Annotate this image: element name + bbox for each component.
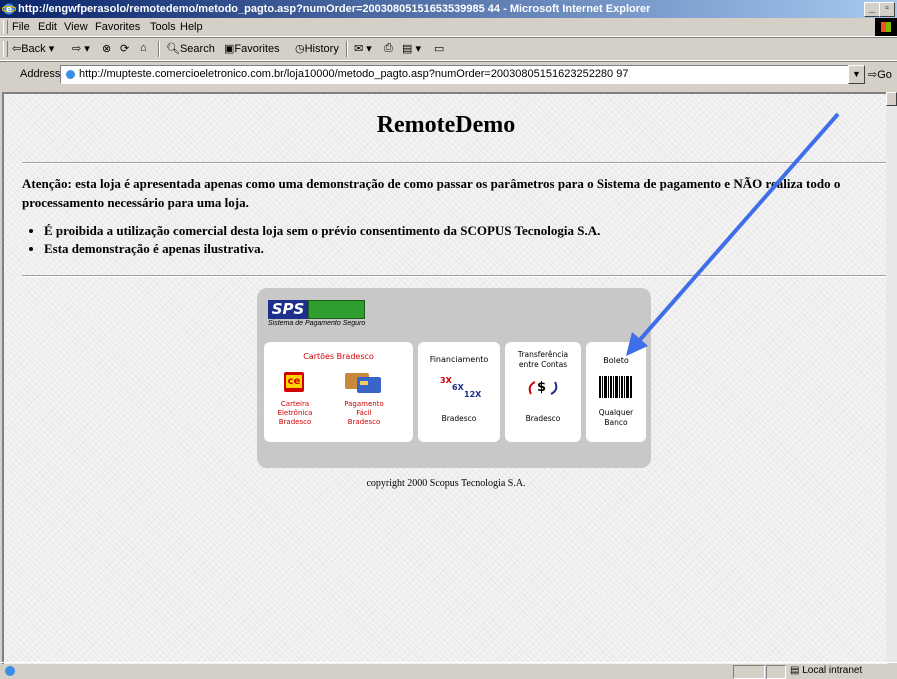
home-icon: ⌂ [140,42,147,54]
address-bar: Address http://mupteste.comercioeletroni… [0,62,897,86]
forward-arrow-icon: ⇨ [72,43,82,55]
toolbar-separator [346,41,348,57]
address-dropdown-button[interactable]: ▼ [848,65,865,84]
refresh-button[interactable]: ⟳ [120,42,129,55]
menu-favorites[interactable]: Favorites [95,21,140,33]
security-zone: ▤ Local intranet [790,665,863,676]
mail-icon: ✉ [354,43,364,55]
home-button[interactable]: ⌂ [140,42,147,54]
menu-grip [3,20,8,34]
window-title-bar: e http://engwfperasolo/remotedemo/metodo… [0,0,897,18]
refresh-icon: ⟳ [120,43,130,55]
vertical-scrollbar[interactable] [886,92,897,662]
toolbar-grip [3,41,8,57]
favorites-folder-icon: ▣ [224,43,235,55]
edit-icon: ▤ [402,43,413,55]
discuss-icon: ▭ [434,43,445,55]
page-content: RemoteDemo Atenção: esta loja é apresent… [2,92,888,664]
menu-view[interactable]: View [64,21,88,33]
go-button[interactable]: ⇨Go [868,68,892,81]
search-button[interactable]: 🔍︎Search [166,42,215,55]
toolbar-separator [158,41,160,57]
stop-button[interactable]: ⊗ [102,42,111,55]
favorites-button[interactable]: ▣Favorites [224,42,280,55]
back-button[interactable]: ⇦Back ▾ [12,42,54,55]
search-icon: 🔍︎ [166,43,180,55]
forward-button[interactable]: ⇨ ▾ [72,42,90,55]
menu-tools[interactable]: Tools [150,21,176,33]
edit-button[interactable]: ▤ ▾ [402,42,421,55]
menu-bar: File Edit View Favorites Tools Help [0,18,897,37]
status-cell [733,665,765,679]
scroll-up-button[interactable] [886,92,897,106]
intranet-icon: ▤ [790,665,803,676]
print-button[interactable]: ⎙ [384,42,393,55]
print-icon: ⎙ [384,42,393,54]
menu-file[interactable]: File [12,21,30,33]
standard-toolbar: ⇦Back ▾ ⇨ ▾ ⊗ ⟳ ⌂ 🔍︎Search ▣Favorites ◷H… [0,38,897,61]
menu-edit[interactable]: Edit [38,21,57,33]
discuss-button[interactable]: ▭ [434,42,444,55]
address-input[interactable]: http://mupteste.comercioeletronico.com.b… [60,65,850,84]
window-title: http://engwfperasolo/remotedemo/metodo_p… [18,3,651,15]
status-bar: ▤ Local intranet [0,662,897,679]
internet-explorer-icon: e [2,3,16,15]
status-cell [766,665,786,679]
maximize-button[interactable]: ▫ [879,2,895,17]
annotation-arrow [626,112,840,356]
page-done-icon [5,666,15,676]
address-label: Address [20,68,61,80]
windows-logo-icon [875,18,897,36]
back-arrow-icon: ⇦ [12,43,22,55]
menu-help[interactable]: Help [180,21,203,33]
mail-button[interactable]: ✉ ▾ [354,42,372,55]
history-button[interactable]: ◷History [295,42,339,55]
history-icon: ◷ [295,43,305,55]
stop-icon: ⊗ [102,43,112,55]
minimize-button[interactable]: _ [864,2,880,17]
svg-text:e: e [6,5,12,15]
address-url: http://mupteste.comercioeletronico.com.b… [79,68,629,80]
go-arrow-icon: ⇨ [868,69,878,81]
page-icon [66,70,75,79]
